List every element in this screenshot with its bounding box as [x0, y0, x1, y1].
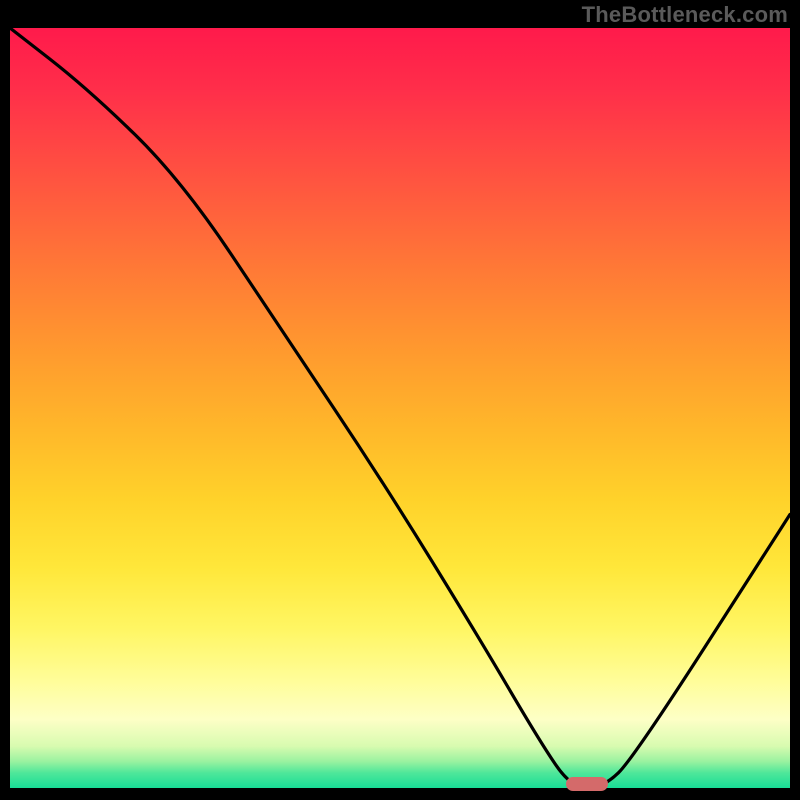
optimum-marker [566, 777, 608, 791]
watermark-text: TheBottleneck.com [582, 2, 788, 28]
bottleneck-curve [10, 28, 790, 788]
chart-frame: TheBottleneck.com [0, 0, 800, 800]
curve-path [10, 28, 790, 788]
plot-area [10, 28, 790, 788]
